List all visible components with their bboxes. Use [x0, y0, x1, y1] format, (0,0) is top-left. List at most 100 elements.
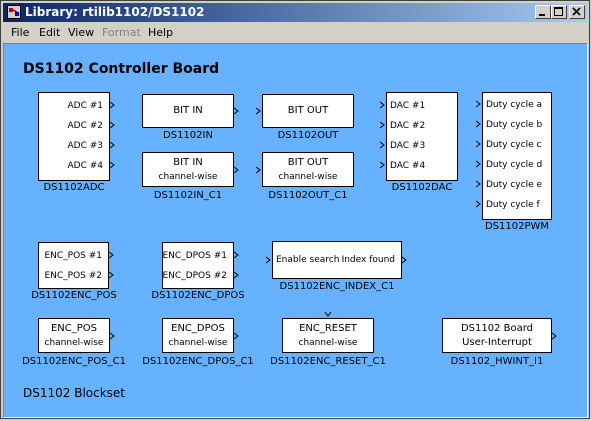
port-label: ENC_POS #2 [44, 271, 102, 281]
port-label: DAC #3 [390, 141, 426, 151]
title-bar[interactable]: Library: rtilib1102/DS1102 [3, 3, 587, 22]
block-name: DS1102ENC_INDEX_C1 [279, 281, 395, 292]
port-label: Duty cycle f [486, 200, 540, 210]
input-port-arrow [380, 141, 385, 149]
block-ds1102adc[interactable]: ADC #1 ADC #2 ADC #3 ADC #4 [38, 92, 110, 181]
input-port-arrow [380, 121, 385, 129]
output-port-arrow [234, 107, 239, 115]
output-port-arrow [109, 271, 114, 279]
block-label: ENC_POS [50, 323, 98, 334]
port-label: Duty cycle b [486, 120, 543, 130]
block-sublabel: channel-wise [298, 338, 358, 348]
input-port-arrow [476, 200, 481, 208]
block-sublabel: channel-wise [168, 338, 228, 348]
block-name: DS1102PWM [484, 221, 550, 232]
port-label: ADC #3 [67, 141, 104, 151]
output-port-arrow [234, 251, 239, 259]
block-ds1102pwm[interactable]: Duty cycle a Duty cycle b Duty cycle c D… [482, 92, 552, 220]
block-ds1102enc-pos[interactable]: ENC_POS #1 ENC_POS #2 [38, 242, 109, 289]
output-port-arrow [552, 332, 557, 340]
block-name: DS1102OUT [277, 130, 339, 141]
block-ds1102out-c1[interactable]: BIT OUT channel-wise [262, 152, 354, 187]
minimize-button[interactable] [535, 5, 551, 19]
close-icon [572, 7, 581, 16]
output-port-arrow [110, 141, 115, 149]
block-name: DS1102_HWINT_I1 [450, 356, 544, 367]
blockset-label: DS1102 Blockset [23, 386, 126, 400]
output-port-arrow [110, 121, 115, 129]
port-label: Duty cycle d [486, 160, 543, 170]
port-label: ADC #2 [67, 121, 104, 131]
port-label: DAC #4 [390, 161, 426, 171]
menu-help[interactable]: Help [148, 26, 173, 39]
block-label: DS1102 Board [460, 323, 534, 334]
input-port-arrow [476, 140, 481, 148]
block-label: BIT IN [173, 105, 203, 116]
input-port-arrow [380, 101, 385, 109]
block-sublabel: channel-wise [278, 172, 338, 182]
port-label: ADC #4 [67, 161, 104, 171]
block-label: ENC_RESET [299, 323, 357, 334]
output-port-arrow [110, 161, 115, 169]
block-ds1102dac[interactable]: DAC #1 DAC #2 DAC #3 DAC #4 [386, 92, 458, 181]
block-ds1102in[interactable]: BIT IN [142, 94, 234, 128]
input-port-arrow [476, 120, 481, 128]
input-port-arrow [476, 100, 481, 108]
input-port-arrow [256, 107, 261, 115]
output-port-arrow [234, 166, 239, 174]
library-canvas[interactable]: DS1102 Controller Board ADC #1 ADC #2 AD… [3, 43, 588, 418]
port-label: Index found [341, 255, 395, 265]
port-label: ENC_DPOS #2 [162, 271, 228, 281]
trigger-port-arrow [324, 312, 332, 317]
input-port-arrow [256, 166, 261, 174]
block-ds1102enc-pos-c1[interactable]: ENC_POS channel-wise [38, 318, 110, 353]
block-sublabel: User-Interrupt [462, 337, 532, 348]
menu-file[interactable]: File [11, 26, 29, 39]
block-ds1102out[interactable]: BIT OUT [262, 94, 354, 128]
block-name: DS1102DAC [391, 182, 453, 193]
output-port-arrow [402, 256, 407, 264]
block-ds1102in-c1[interactable]: BIT IN channel-wise [142, 152, 234, 187]
port-label: Enable search [276, 255, 340, 265]
block-label: BIT IN [173, 157, 203, 168]
menu-bar: File Edit View Format Help [3, 23, 587, 42]
input-port-arrow [476, 160, 481, 168]
output-port-arrow [109, 251, 114, 259]
port-label: DAC #2 [390, 121, 426, 131]
block-name: DS1102ENC_POS [31, 290, 117, 301]
block-sublabel: channel-wise [44, 338, 104, 348]
port-label: ENC_DPOS #1 [162, 251, 228, 261]
library-window: Library: rtilib1102/DS1102 File Edit Vie… [0, 0, 590, 419]
port-label: Duty cycle c [486, 140, 542, 150]
menu-edit[interactable]: Edit [39, 26, 60, 39]
output-port-arrow [110, 101, 115, 109]
input-port-arrow [266, 256, 271, 264]
input-port-arrow [380, 161, 385, 169]
block-ds1102enc-dpos-c1[interactable]: ENC_DPOS channel-wise [162, 318, 234, 353]
block-ds1102-hwint-i1[interactable]: DS1102 Board User-Interrupt [442, 318, 552, 353]
block-name: DS1102ENC_POS_C1 [22, 356, 126, 367]
close-button[interactable] [569, 5, 585, 19]
simulink-library-icon [7, 5, 21, 19]
block-name: DS1102ADC [43, 182, 105, 193]
block-ds1102enc-reset-c1[interactable]: ENC_RESET channel-wise [282, 318, 374, 353]
port-label: Duty cycle e [486, 180, 543, 190]
block-ds1102enc-dpos[interactable]: ENC_DPOS #1 ENC_DPOS #2 [162, 242, 234, 289]
port-label: ENC_POS #1 [44, 251, 102, 261]
block-name: DS1102OUT_C1 [268, 190, 348, 201]
port-label: Duty cycle a [486, 100, 542, 110]
minimize-icon [539, 14, 545, 16]
maximize-button[interactable] [551, 5, 567, 19]
menu-view[interactable]: View [68, 26, 94, 39]
block-sublabel: channel-wise [158, 172, 218, 182]
output-port-arrow [234, 271, 239, 279]
block-ds1102enc-index-c1[interactable]: Enable search Index found [272, 241, 402, 279]
output-port-arrow [110, 332, 115, 340]
block-name: DS1102IN_C1 [153, 190, 223, 201]
block-name: DS1102IN [163, 130, 213, 141]
output-port-arrow [234, 332, 239, 340]
block-name: DS1102ENC_DPOS_C1 [142, 356, 254, 367]
block-label: BIT OUT [287, 105, 329, 116]
block-label: ENC_DPOS [171, 323, 225, 334]
block-name: DS1102ENC_RESET_C1 [270, 356, 386, 367]
